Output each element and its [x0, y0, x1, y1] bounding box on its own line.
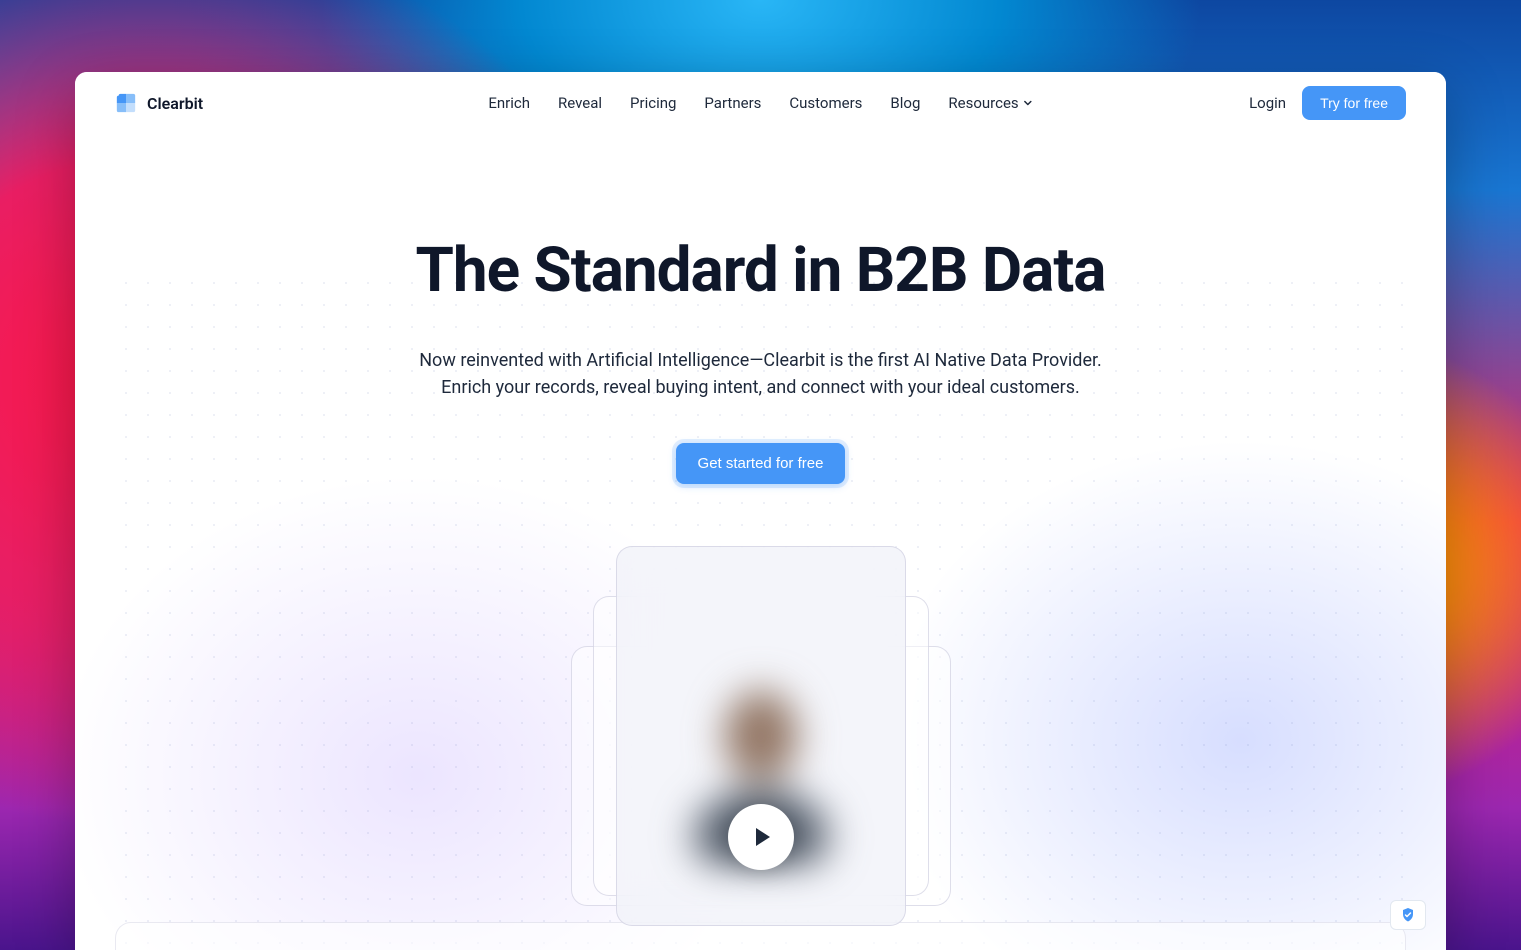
clearbit-logo-icon: [115, 92, 137, 114]
nav-pricing[interactable]: Pricing: [630, 94, 676, 112]
hero-title: The Standard in B2B Data: [75, 234, 1446, 307]
nav-resources[interactable]: Resources: [948, 94, 1032, 112]
logo-text: Clearbit: [147, 94, 203, 113]
login-link[interactable]: Login: [1249, 94, 1286, 112]
play-icon: [756, 828, 770, 846]
hero-subtitle: Now reinvented with Artificial Intellige…: [75, 347, 1446, 401]
navbar: Clearbit Enrich Reveal Pricing Partners …: [75, 72, 1446, 134]
video-section: [75, 546, 1446, 926]
nav-reveal[interactable]: Reveal: [558, 94, 602, 112]
hero-section: The Standard in B2B Data Now reinvented …: [75, 134, 1446, 484]
video-card: [616, 546, 906, 926]
try-free-button[interactable]: Try for free: [1302, 86, 1406, 120]
logo[interactable]: Clearbit: [115, 92, 203, 114]
nav-right: Login Try for free: [1249, 86, 1406, 120]
page-content: Clearbit Enrich Reveal Pricing Partners …: [75, 72, 1446, 950]
nav-customers[interactable]: Customers: [789, 94, 862, 112]
bottom-panel-edge: [115, 922, 1406, 950]
nav-links: Enrich Reveal Pricing Partners Customers…: [488, 94, 1032, 112]
nav-enrich[interactable]: Enrich: [488, 94, 530, 112]
chevron-down-icon: [1023, 98, 1033, 108]
browser-window: Clearbit Enrich Reveal Pricing Partners …: [75, 72, 1446, 950]
nav-blog[interactable]: Blog: [890, 94, 920, 112]
video-card-stack: [616, 546, 906, 926]
hero-subtitle-line2: Enrich your records, reveal buying inten…: [75, 374, 1446, 401]
hero-subtitle-line1: Now reinvented with Artificial Intellige…: [75, 347, 1446, 374]
privacy-shield-badge[interactable]: [1390, 900, 1426, 930]
shield-check-icon: [1400, 907, 1416, 923]
play-button[interactable]: [728, 804, 794, 870]
nav-partners[interactable]: Partners: [704, 94, 761, 112]
get-started-button[interactable]: Get started for free: [676, 443, 846, 484]
